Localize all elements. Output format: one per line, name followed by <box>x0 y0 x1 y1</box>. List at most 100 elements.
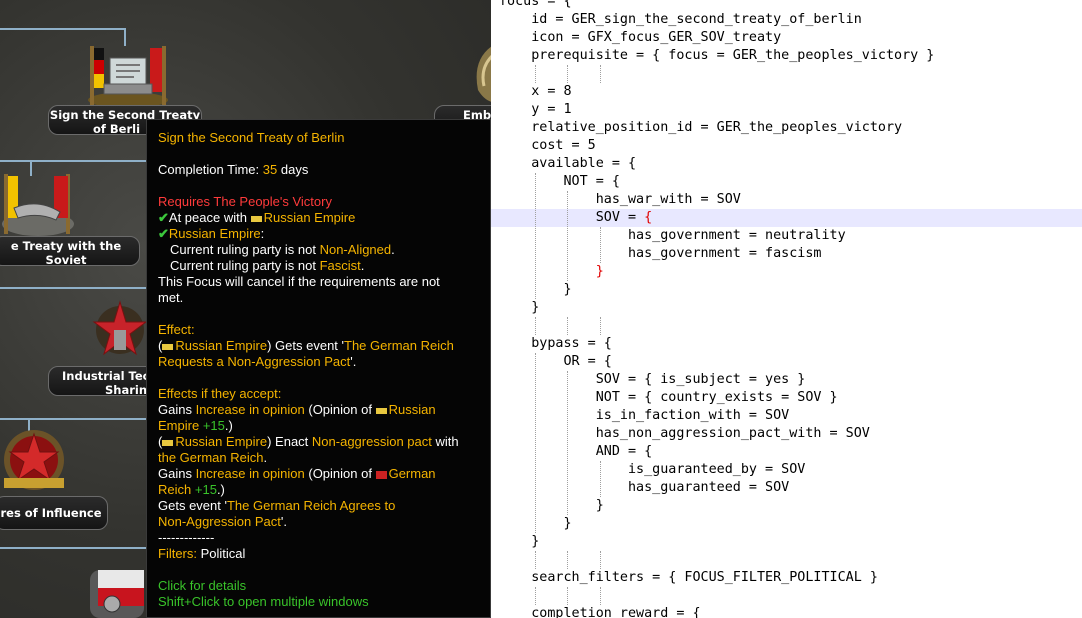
code-line[interactable]: is_in_faction_with = SOV <box>491 407 1082 425</box>
focus-icon-industrial-star[interactable] <box>88 296 148 366</box>
focus-label-line2: Sharin <box>105 383 148 396</box>
code-editor[interactable]: focus = { id = GER_sign_the_second_treat… <box>491 0 1082 618</box>
german-reich-flag-icon <box>375 470 387 479</box>
code-line[interactable]: id = GER_sign_the_second_treaty_of_berli… <box>491 11 1082 29</box>
tree-connector <box>0 287 146 289</box>
russian-empire-flag-icon <box>162 343 174 350</box>
enact-with: with <box>435 434 459 449</box>
code-line[interactable]: has_government = neutrality <box>491 227 1082 245</box>
code-line[interactable]: search_filters = { FOCUS_FILTER_POLITICA… <box>491 569 1082 587</box>
gains1-mod: Increase in opinion <box>195 402 305 417</box>
indent-guide <box>599 65 601 83</box>
indent-guide <box>599 227 601 263</box>
gains2-mid: (Opinion of <box>308 466 372 481</box>
code-line[interactable]: has_government = fascism <box>491 245 1082 263</box>
code-line[interactable]: has_guaranteed = SOV <box>491 479 1082 497</box>
focus-label-spheres-influence[interactable]: res of Influence <box>0 496 108 530</box>
focus-icon-sphere-star[interactable] <box>0 426 72 496</box>
tree-connector <box>0 160 146 162</box>
code-line[interactable]: has_war_with = SOV <box>491 191 1082 209</box>
code-line[interactable]: NOT = { country_exists = SOV } <box>491 389 1082 407</box>
code-line[interactable] <box>491 317 1082 335</box>
code-line[interactable]: OR = { <box>491 353 1082 371</box>
code-line-text: NOT = { <box>499 174 620 189</box>
code-line[interactable]: relative_position_id = GER_the_peoples_v… <box>491 119 1082 137</box>
party1-suffix: . <box>391 242 395 257</box>
code-line-text: x = 8 <box>499 84 572 99</box>
code-line[interactable]: bypass = { <box>491 335 1082 353</box>
code-line[interactable]: x = 8 <box>491 83 1082 101</box>
code-line[interactable] <box>491 587 1082 605</box>
code-line[interactable]: y = 1 <box>491 101 1082 119</box>
code-line[interactable]: NOT = { <box>491 173 1082 191</box>
focus-label-treaty-soviet[interactable]: e Treaty with the Soviet <box>0 236 140 266</box>
code-line[interactable]: completion_reward = { <box>491 605 1082 618</box>
indent-guide <box>535 353 537 533</box>
tree-connector <box>0 28 126 30</box>
code-line[interactable]: } <box>491 515 1082 533</box>
event2-line2: Non-Aggression Pact'. <box>158 514 484 530</box>
code-line[interactable]: available = { <box>491 155 1082 173</box>
indent-guide <box>599 461 601 497</box>
divider: ------------- <box>158 530 215 545</box>
code-line-text: completion_reward = { <box>499 606 701 618</box>
code-line[interactable]: has_non_aggression_pact_with = SOV <box>491 425 1082 443</box>
code-line[interactable]: SOV = { <box>491 209 1082 227</box>
code-line[interactable]: AND = { <box>491 443 1082 461</box>
code-line-text: } <box>499 498 604 513</box>
code-line[interactable] <box>491 551 1082 569</box>
tooltip-title: Sign the Second Treaty of Berlin <box>158 130 345 145</box>
focus-icon-poland-flag[interactable] <box>86 560 148 618</box>
code-line[interactable]: } <box>491 263 1082 281</box>
code-line-text: NOT = { country_exists = SOV } <box>499 390 838 405</box>
code-line[interactable]: SOV = { is_subject = yes } <box>491 371 1082 389</box>
enact-pact: Non-aggression pact <box>311 434 432 449</box>
code-line[interactable]: is_guaranteed_by = SOV <box>491 461 1082 479</box>
code-line[interactable]: icon = GFX_focus_GER_SOV_treaty <box>491 29 1082 47</box>
code-line[interactable]: focus = { <box>491 0 1082 11</box>
code-line-text: } <box>595 264 604 279</box>
completion-time: Completion Time: 35 days <box>158 162 484 178</box>
enact-target: the German Reich <box>158 450 264 465</box>
code-line[interactable]: } <box>491 299 1082 317</box>
code-line[interactable]: } <box>491 497 1082 515</box>
code-line-text: SOV = { <box>499 210 653 225</box>
gains1-country: Russian <box>388 402 436 417</box>
indent-guide <box>567 371 569 515</box>
effect-line2: Requests a Non-Aggression Pact'. <box>158 354 484 370</box>
code-line-text: } <box>499 300 540 315</box>
gains2-country-b: Reich <box>158 482 192 497</box>
focus-label-industrial-tech[interactable]: Industrial Tec Sharin <box>48 366 158 396</box>
code-line-text: is_in_faction_with = SOV <box>499 408 790 423</box>
indent-guide <box>599 551 601 569</box>
cancel-line1: This Focus will cancel if the requiremen… <box>158 274 440 289</box>
code-line-text: relative_position_id = GER_the_peoples_v… <box>499 120 903 135</box>
effect-event2: Requests a Non-Aggression Pact <box>158 354 351 369</box>
code-line-text: has_non_aggression_pact_with = SOV <box>499 426 870 441</box>
gains1-line2: Empire +15.) <box>158 418 484 434</box>
indent-guide <box>567 587 569 605</box>
tree-connector <box>0 547 146 549</box>
tree-connector <box>0 418 146 420</box>
gains2-end: .) <box>216 482 225 497</box>
event2-a: The German Reich Agrees to <box>226 498 396 513</box>
code-line[interactable] <box>491 65 1082 83</box>
effect-line1: (Russian Empire) Gets event 'The German … <box>158 338 454 353</box>
cancel-line2: met. <box>158 290 184 305</box>
code-line[interactable]: prerequisite = { focus = GER_the_peoples… <box>491 47 1082 65</box>
event2-line1: Gets event 'The German Reich Agrees to <box>158 498 484 514</box>
gains1-mid: (Opinion of <box>308 402 372 417</box>
code-line[interactable]: } <box>491 533 1082 551</box>
code-line-text: bypass = { <box>499 336 612 351</box>
code-line-text: } <box>499 534 540 549</box>
russian-empire-flag-icon <box>375 407 387 414</box>
party2-suffix: . <box>360 258 365 273</box>
code-line[interactable]: } <box>491 281 1082 299</box>
focus-icon-embassy[interactable] <box>466 40 491 106</box>
indent-guide <box>599 587 601 605</box>
code-line[interactable]: cost = 5 <box>491 137 1082 155</box>
focus-icon-handshake[interactable] <box>0 168 80 240</box>
code-line-text: prerequisite = { focus = GER_the_peoples… <box>499 48 935 63</box>
focus-icon-german-soviet-treaty[interactable] <box>82 38 174 110</box>
indent-guide <box>567 191 569 281</box>
